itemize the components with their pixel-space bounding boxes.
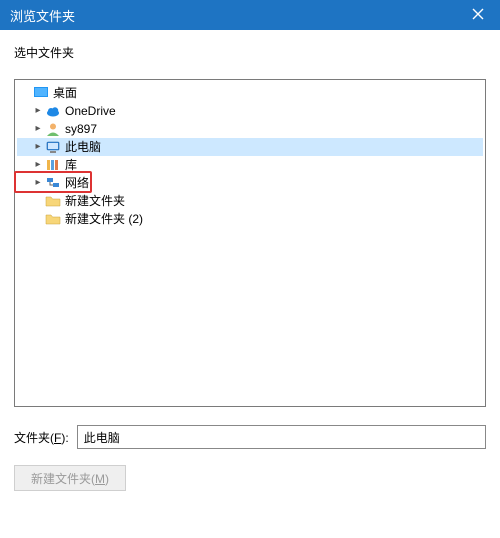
expander-icon[interactable]: ▸: [31, 102, 45, 120]
folder-icon: [45, 193, 61, 209]
tree-item-此电脑[interactable]: ▸ 此电脑: [17, 138, 483, 156]
tree-item-新建文件夹[interactable]: ▸新建文件夹: [17, 192, 483, 210]
folder-name-input[interactable]: [77, 425, 486, 449]
tree-item-库[interactable]: ▸库: [17, 156, 483, 174]
tree-item-sy897[interactable]: ▸ sy897: [17, 120, 483, 138]
user-icon: [45, 121, 61, 137]
expander-icon[interactable]: ▸: [31, 120, 45, 138]
button-row: 新建文件夹(M): [14, 465, 486, 491]
tree-item-label: 库: [65, 156, 77, 174]
library-icon: [45, 157, 61, 173]
pc-icon: [45, 139, 61, 155]
tree-item-label: sy897: [65, 120, 97, 138]
tree-item-label: 桌面: [53, 84, 77, 102]
tree-item-label: OneDrive: [65, 102, 116, 120]
folder-icon: [45, 211, 61, 227]
close-icon: [472, 7, 484, 23]
desktop-icon: [33, 85, 49, 101]
tree-root-desktop[interactable]: ▸桌面: [17, 84, 483, 102]
instruction-text: 选中文件夹: [14, 44, 486, 61]
close-button[interactable]: [455, 0, 500, 30]
folder-field-label: 文件夹(F):: [14, 429, 69, 446]
window-title: 浏览文件夹: [10, 6, 75, 25]
tree-item-网络[interactable]: ▸ 网络: [17, 174, 483, 192]
tree-item-OneDrive[interactable]: ▸ OneDrive: [17, 102, 483, 120]
folder-field-row: 文件夹(F):: [14, 425, 486, 449]
tree-item-label: 新建文件夹: [65, 192, 125, 210]
tree-item-label: 新建文件夹 (2): [65, 210, 143, 228]
network-icon: [45, 175, 61, 191]
expander-icon[interactable]: ▸: [31, 156, 45, 174]
expander-icon[interactable]: ▸: [31, 174, 45, 192]
new-folder-button[interactable]: 新建文件夹(M): [14, 465, 126, 491]
folder-tree[interactable]: ▸桌面▸OneDrive▸sy897▸此电脑▸库▸网络▸新建文件夹▸新建文件夹 …: [14, 79, 486, 407]
tree-item-label: 此电脑: [65, 138, 101, 156]
tree-item-新建文件夹 (2)[interactable]: ▸新建文件夹 (2): [17, 210, 483, 228]
tree-item-label: 网络: [65, 174, 89, 192]
dialog-content: 选中文件夹 ▸桌面▸OneDrive▸sy897▸此电脑▸库▸网络▸新建文件夹▸…: [0, 30, 500, 505]
expander-icon[interactable]: ▸: [31, 138, 45, 156]
cloud-icon: [45, 103, 61, 119]
titlebar: 浏览文件夹: [0, 0, 500, 30]
